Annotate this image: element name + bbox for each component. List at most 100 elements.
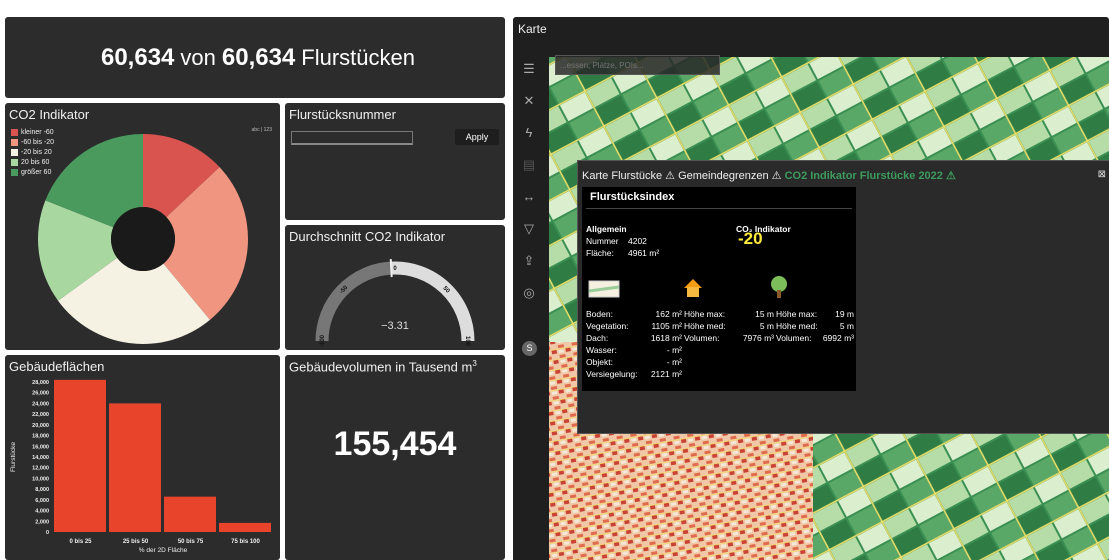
map-search-input[interactable] [555, 55, 720, 75]
card-cell: Volumen: [684, 333, 720, 343]
y-tick-label: 2,000 [35, 519, 49, 525]
filter-icon[interactable]: ▽ [521, 221, 537, 237]
flurstuecksindex-card: Flurstücksindex Allgemein Nummer 4202 Fl… [582, 187, 856, 391]
apply-button[interactable]: Apply [455, 129, 499, 145]
layers-icon[interactable]: ☰ [521, 61, 537, 77]
y-tick-label: 6,000 [35, 498, 49, 504]
unit-label: Flurstücken [301, 44, 415, 70]
gebaeudeflaechen-panel: Gebäudeflächen 0 2,000 4,000 6,000 8,000 10,0… [5, 355, 280, 560]
user-avatar[interactable]: S [522, 341, 537, 356]
gauge-tick-label: 100 [464, 336, 470, 347]
card-cell: Höhe max: [684, 309, 726, 319]
allgemein-label: Allgemein [586, 224, 627, 234]
close-icon[interactable]: ⊠ [1098, 169, 1106, 180]
y-tick-label: 4,000 [35, 509, 49, 515]
feature-info-popup: Karte Flurstücke ⚠ Gemeindegrenzen ⚠ CO2… [577, 160, 1109, 434]
share-icon[interactable]: ⇪ [521, 253, 537, 269]
y-axis-label: Flurstücke [10, 442, 17, 472]
bar[interactable] [219, 522, 271, 532]
y-tick-label: 8,000 [35, 487, 49, 493]
co2-gauge: -100-50050100−3.31 [315, 259, 475, 347]
y-tick-label: 16,000 [32, 444, 49, 450]
card-cell: Wasser: [586, 345, 617, 355]
card-cell: 1105 m² [651, 321, 682, 331]
card-cell: 2121 m² [650, 369, 682, 379]
card-cell: 15 m [755, 309, 774, 319]
y-tick-label: 10,000 [32, 476, 49, 482]
card-cell: Objekt: [586, 357, 613, 367]
gauge-tick-label: -100 [320, 334, 326, 347]
measure-icon[interactable]: ↔ [521, 189, 537, 205]
y-tick-label: 20,000 [32, 423, 49, 429]
x-tick-label: 50 bis 75 [178, 539, 204, 545]
x-tick-label: 0 bis 25 [69, 539, 92, 545]
divider [586, 208, 852, 209]
table-icon[interactable]: ▤ [521, 157, 537, 173]
y-tick-label: 0 [46, 530, 49, 536]
y-tick-label: 14,000 [32, 455, 49, 461]
panel-title: Gebäudevolumen in Tausend m3 [289, 359, 477, 375]
flurstuecksnummer-panel: Flurstücksnummer Apply [285, 103, 505, 220]
x-axis-label: % der 2D Fläche [139, 547, 188, 554]
flaeche-value: 4961 m² [628, 248, 660, 258]
card-cell: - m² [666, 357, 682, 367]
tab-gemeindegrenzen[interactable]: Gemeindegrenzen [678, 170, 769, 182]
co2-value: -20 [738, 229, 763, 248]
tools-icon[interactable]: ✕ [521, 93, 537, 109]
card-cell: 7976 m³ [742, 333, 774, 343]
panel-title: Flurstücksnummer [289, 107, 396, 122]
card-cell: 5 m [839, 321, 854, 331]
bar[interactable] [109, 403, 161, 532]
y-tick-label: 26,000 [32, 391, 49, 397]
co2-donut-chart[interactable] [5, 103, 280, 350]
bar[interactable] [54, 379, 106, 532]
nummer-label: Nummer [586, 236, 619, 246]
gauge-value: −3.31 [381, 320, 409, 332]
gebaeudevolumen-value: 155,454 [333, 425, 457, 463]
card-cell: Höhe max: [776, 309, 818, 319]
gebaeudeflaechen-bar-chart[interactable]: 0 2,000 4,000 6,000 8,000 10,000 12,000 14,000 1… [5, 355, 280, 560]
card-title: Flurstücksindex [590, 191, 675, 203]
bar[interactable] [164, 496, 216, 532]
card-cell: Höhe med: [684, 321, 726, 331]
y-tick-label: 24,000 [32, 401, 49, 407]
y-tick-label: 12,000 [32, 466, 49, 472]
map-toolbar: ☰ ✕ ϟ ▤ ↔ ▽ ⇪ ◎ S [513, 39, 549, 560]
tab-karte-flurstuecke[interactable]: Karte Flurstücke [582, 170, 662, 182]
karte-title: Karte [518, 22, 547, 36]
total-count-panel: 60,634 von 60,634 Flurstücken [5, 17, 505, 98]
co2-indikator-panel: CO2 Indikator kleiner -60 -60 bis -20 -20 … [5, 103, 280, 350]
card-cell: 6992 m³ [822, 333, 854, 343]
tree-icon [771, 276, 787, 298]
flaeche-label: Fläche: [586, 248, 614, 258]
card-cell: 162 m² [655, 309, 682, 319]
of-label: von [180, 44, 216, 70]
y-tick-label: 28,000 [32, 380, 49, 386]
tab-co2-indikator[interactable]: CO2 Indikator Flurstücke 2022 [785, 170, 943, 182]
card-cell: Dach: [586, 333, 609, 343]
card-cell: Vegetation: [586, 321, 629, 331]
flurstuecksnummer-input[interactable] [291, 131, 413, 145]
card-cell: 19 m [835, 309, 854, 319]
total-count: 60,634 [221, 43, 296, 71]
card-cell: - m² [666, 345, 682, 355]
locate-icon[interactable]: ◎ [521, 285, 537, 301]
gauge-needle [389, 259, 393, 278]
land-icon [588, 280, 620, 298]
y-tick-label: 22,000 [32, 412, 49, 418]
card-cell: 1618 m² [650, 333, 682, 343]
card-cell: Versiegelung: [586, 369, 638, 379]
x-tick-label: 75 bis 100 [231, 539, 260, 545]
donut-hole [111, 207, 175, 271]
card-cell: Volumen: [776, 333, 812, 343]
y-tick-label: 18,000 [32, 434, 49, 440]
card-cell: Höhe med: [776, 321, 818, 331]
lightning-icon[interactable]: ϟ [521, 125, 537, 141]
x-tick-label: 25 bis 50 [123, 539, 149, 545]
popup-layer-tabs: Karte Flurstücke ⚠ Gemeindegrenzen ⚠ CO2… [582, 170, 956, 182]
gebaeudevolumen-panel: Gebäudevolumen in Tausend m3 155,454 [285, 355, 505, 560]
karte-panel: Karte ☰ ✕ ϟ ▤ ↔ ▽ ⇪ ◎ S Karte Flurstücke… [513, 17, 1109, 560]
durchschnitt-panel: Durchschnitt CO2 Indikator -100 -50 0 50 100… [285, 225, 505, 350]
card-cell: 5 m [759, 321, 774, 331]
house-icon [684, 279, 702, 297]
